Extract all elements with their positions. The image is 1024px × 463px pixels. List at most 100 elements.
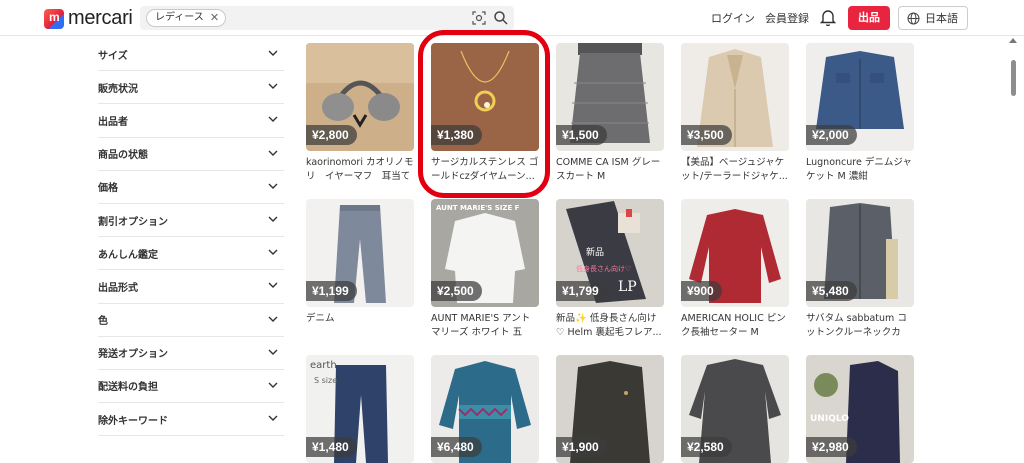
product-title: サージカルステンレス ゴールドczダイヤムーン...	[431, 157, 539, 182]
filter-label: 出品者	[98, 116, 128, 128]
price-tag: ¥6,480	[431, 437, 482, 457]
price-tag: ¥3,500	[681, 125, 732, 145]
product-card[interactable]: ¥5,480 サバタム sabbatum コットンクルーネックカー...	[806, 199, 914, 340]
price-tag: ¥1,799	[556, 281, 607, 301]
product-card[interactable]: UNIQLO ¥2,980	[806, 355, 914, 463]
filter-label: サイズ	[98, 50, 128, 62]
price-tag: ¥2,580	[681, 437, 732, 457]
filter-shipping-option[interactable]: 発送オプション	[98, 337, 284, 370]
chevron-down-icon	[268, 415, 278, 422]
search-input[interactable]	[226, 8, 446, 28]
chevron-down-icon	[268, 249, 278, 256]
filter-seller[interactable]: 出品者	[98, 104, 284, 138]
product-title: 【美品】ベージュジャケット/テーラードジャケ...	[681, 157, 788, 182]
search-icon[interactable]	[493, 10, 508, 25]
filter-exclude-keyword[interactable]: 除外キーワード	[98, 403, 284, 437]
chevron-down-icon	[268, 349, 278, 355]
filter-label: 商品の状態	[98, 150, 148, 162]
filter-label: 発送オプション	[98, 349, 168, 361]
close-icon[interactable]: ✕	[210, 10, 219, 26]
product-image: earth S size ¥1,480	[306, 355, 414, 463]
filter-label: 販売状況	[98, 83, 138, 95]
product-card[interactable]: AUNT MARIE'S SIZE F ¥2,500 AUNT MARIE'S …	[431, 199, 539, 340]
language-button[interactable]: 日本語	[898, 6, 968, 30]
product-card[interactable]: earth S size ¥1,480	[306, 355, 414, 463]
price-tag: ¥1,480	[306, 437, 357, 457]
product-image: ¥3,500	[681, 43, 789, 151]
product-title: デニム	[306, 313, 335, 324]
product-card[interactable]: 新品 低身長さん向け♡ LP ¥1,799 新品✨ 低身長さん向け♡ Helm …	[556, 199, 664, 340]
chevron-down-icon	[268, 282, 278, 289]
filter-sales-status[interactable]: 販売状況	[98, 71, 284, 105]
filter-price[interactable]: 価格	[98, 171, 284, 204]
product-image: ¥5,480	[806, 199, 914, 307]
product-card[interactable]: ¥1,199 デニム	[306, 199, 414, 340]
new-overlay-text: 新品	[586, 246, 604, 258]
sell-button[interactable]: 出品	[848, 6, 890, 30]
price-tag: ¥2,980	[806, 437, 857, 457]
product-card[interactable]: ¥1,380 サージカルステンレス ゴールドczダイヤムーン...	[431, 43, 539, 184]
product-image: ¥1,500	[556, 43, 664, 151]
mercari-logo-icon	[44, 8, 64, 29]
product-image: ¥2,000	[806, 43, 914, 151]
product-card[interactable]: ¥6,480	[431, 355, 539, 463]
scrollbar-thumb[interactable]	[1011, 60, 1016, 96]
product-image: ¥2,800	[306, 43, 414, 151]
product-title: Lugnoncure デニムジャケット M 濃紺	[806, 157, 912, 182]
filter-condition[interactable]: 商品の状態	[98, 138, 284, 171]
logo-text: mercari	[68, 7, 133, 29]
chevron-down-icon	[268, 316, 278, 322]
chevron-down-icon	[268, 216, 278, 222]
filter-sidebar: サイズ 販売状況 出品者 商品の状態 価格 割引オプション あんしん鑑定 出品形…	[98, 38, 284, 437]
price-tag: ¥900	[681, 281, 722, 301]
product-image: ¥6,480	[431, 355, 539, 463]
product-image: 新品 低身長さん向け♡ LP ¥1,799	[556, 199, 664, 307]
chevron-down-icon	[268, 183, 278, 189]
filter-authentication[interactable]: あんしん鑑定	[98, 237, 284, 271]
mercari-logo[interactable]: mercari	[44, 7, 133, 30]
product-card[interactable]: ¥900 AMERICAN HOLIC ピンク長袖セーター M	[681, 199, 789, 340]
image-search-icon[interactable]	[472, 11, 486, 25]
size-overlay-text: S size	[314, 376, 337, 385]
price-tag: ¥2,000	[806, 125, 857, 145]
price-tag: ¥1,900	[556, 437, 607, 457]
price-tag: ¥1,199	[306, 281, 357, 301]
product-card[interactable]: ¥1,900	[556, 355, 664, 463]
product-card[interactable]: ¥1,500 COMME CA ISM グレースカート M	[556, 43, 664, 184]
product-title: COMME CA ISM グレースカート M	[556, 157, 661, 182]
product-card[interactable]: ¥3,500 【美品】ベージュジャケット/テーラードジャケ...	[681, 43, 789, 184]
product-image: ¥900	[681, 199, 789, 307]
price-tag: ¥1,500	[556, 125, 607, 145]
filter-label: 除外キーワード	[98, 415, 168, 427]
product-image: UNIQLO ¥2,980	[806, 355, 914, 463]
filter-label: 価格	[98, 183, 118, 195]
filter-label: あんしん鑑定	[98, 249, 158, 261]
product-image: AUNT MARIE'S SIZE F ¥2,500	[431, 199, 539, 307]
filter-discount[interactable]: 割引オプション	[98, 204, 284, 238]
bell-icon[interactable]	[820, 8, 836, 26]
lp-overlay-text: LP	[618, 279, 637, 295]
language-label: 日本語	[925, 12, 958, 25]
uniqlo-overlay-text: UNIQLO	[810, 414, 849, 424]
category-chip-label: レディース	[155, 12, 204, 23]
filter-label: 色	[98, 316, 108, 328]
filter-listing-type[interactable]: 出品形式	[98, 270, 284, 304]
product-card[interactable]: ¥2,800 kaorinomori カオリノモリ イヤーマフ 耳当て	[306, 43, 414, 184]
filter-label: 配送料の負担	[98, 382, 158, 394]
product-title: AMERICAN HOLIC ピンク長袖セーター M	[681, 313, 786, 338]
filter-label: 割引オプション	[98, 216, 168, 228]
chevron-down-icon	[268, 83, 278, 90]
product-card[interactable]: ¥2,000 Lugnoncure デニムジャケット M 濃紺	[806, 43, 914, 184]
signup-link[interactable]: 会員登録	[765, 10, 809, 26]
product-image: ¥2,580	[681, 355, 789, 463]
scroll-up-arrow[interactable]	[1009, 38, 1017, 43]
filter-size[interactable]: サイズ	[98, 38, 284, 72]
search-bar[interactable]: レディース ✕	[140, 6, 514, 30]
chevron-down-icon	[268, 150, 278, 156]
filter-color[interactable]: 色	[98, 304, 284, 337]
filter-shipping-fee[interactable]: 配送料の負担	[98, 370, 284, 404]
product-card[interactable]: ¥2,580	[681, 355, 789, 463]
price-tag: ¥1,380	[431, 125, 482, 145]
login-link[interactable]: ログイン	[711, 10, 755, 26]
category-chip[interactable]: レディース ✕	[146, 9, 227, 27]
